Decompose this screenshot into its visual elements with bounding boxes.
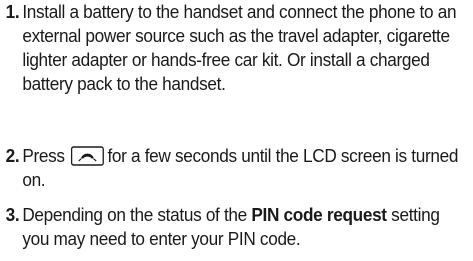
step-text-before: Depending on the status of the [22, 204, 247, 225]
step-number: 1. [5, 1, 20, 22]
setting-name: PIN code request [251, 204, 387, 225]
step-2: 2. Press for a few seconds until the LCD… [0, 144, 465, 192]
step-text: Install a battery to the handset and con… [22, 1, 457, 94]
step-number: 3. [5, 204, 20, 225]
step-1: 1. Install a battery to the handset and … [0, 0, 465, 96]
power-key-icon [70, 146, 104, 166]
step-3: 3. Depending on the status of the PIN co… [0, 203, 465, 251]
step-text-before: Press [22, 145, 65, 166]
step-number: 2. [5, 145, 20, 166]
